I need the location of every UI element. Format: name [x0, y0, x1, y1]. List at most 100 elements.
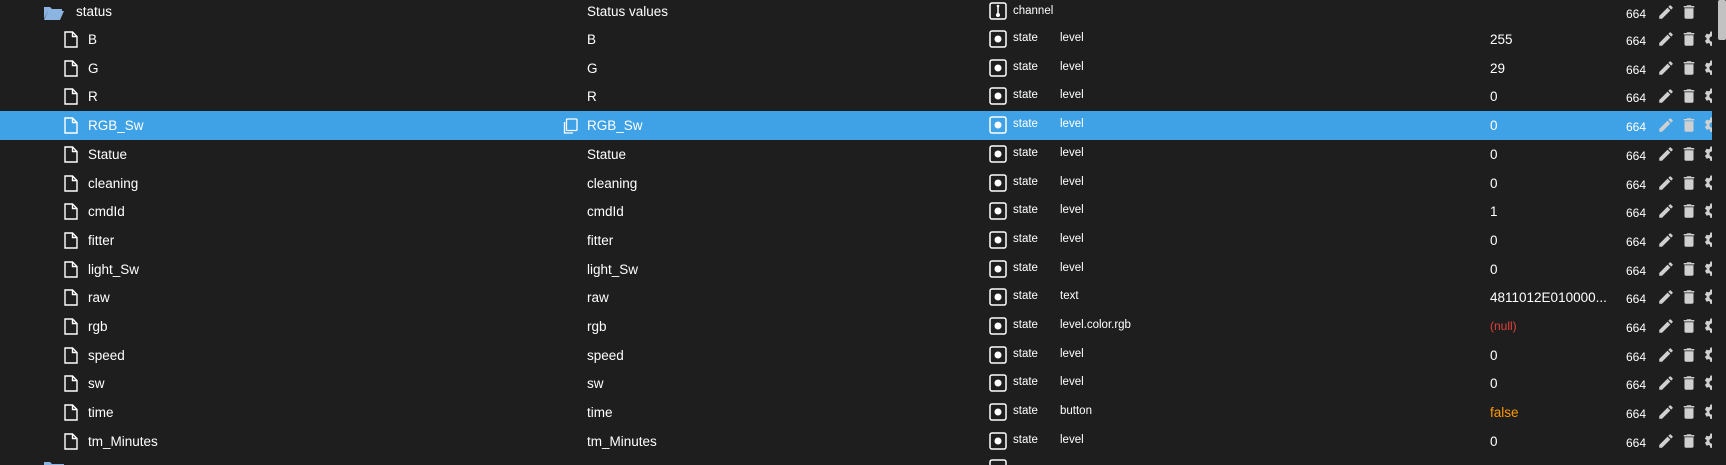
edit-button[interactable] [1656, 373, 1676, 393]
tree-row-state[interactable]: B Bstate level 255 664 [0, 25, 1726, 54]
delete-button[interactable] [1679, 201, 1699, 221]
tree-row-partial[interactable] [0, 457, 1726, 465]
state-value[interactable]: 0 [1490, 176, 1498, 191]
delete-button[interactable] [1679, 173, 1699, 193]
delete-button[interactable] [1679, 431, 1699, 451]
tree-row-state[interactable]: sw sw state level 0 664 [0, 369, 1726, 398]
state-value[interactable]: 1 [1490, 204, 1498, 219]
state-role: level [1060, 232, 1084, 245]
state-role: level [1060, 175, 1084, 188]
state-title: Statue [587, 146, 627, 162]
tree-row-state[interactable]: cmdId cmdId state level 1 664 [0, 197, 1726, 226]
state-value[interactable]: 0 [1490, 233, 1498, 248]
file-icon-wrap [64, 433, 78, 450]
tree-row-state[interactable]: time time state button false 664 [0, 398, 1726, 427]
tree-row-state[interactable]: G Gstate level 29 664 [0, 54, 1726, 83]
edit-button[interactable] [1656, 201, 1676, 221]
acl-value: 664 [1626, 148, 1647, 163]
state-name: time [88, 405, 114, 421]
edit-button[interactable] [1656, 345, 1676, 365]
state-icon-wrap [989, 432, 1007, 450]
state-title: cleaning [587, 175, 638, 191]
folder-open-icon[interactable] [43, 4, 65, 22]
state-value[interactable]: 0 [1490, 147, 1498, 162]
state-icon [989, 317, 1007, 335]
delete-button[interactable] [1679, 373, 1699, 393]
edit-button[interactable] [1656, 431, 1676, 451]
edit-button[interactable] [1656, 287, 1676, 307]
tree-row-state[interactable]: rgb rgb state level.color.rgb (null) 664 [0, 312, 1726, 341]
edit-button[interactable] [1656, 259, 1676, 279]
edit-button[interactable] [1656, 115, 1676, 135]
tree-row-state[interactable]: fitter fitter state level 0 664 [0, 226, 1726, 255]
state-value[interactable]: 0 [1490, 262, 1498, 277]
edit-button[interactable] [1656, 173, 1676, 193]
state-type: state [1013, 433, 1038, 446]
tree-row-state[interactable]: speed speed state level 0 664 [0, 341, 1726, 370]
edit-button[interactable] [1656, 402, 1676, 422]
state-value[interactable]: (null) [1490, 319, 1517, 333]
edit-button[interactable] [1656, 230, 1676, 250]
state-name: fitter [88, 232, 115, 248]
state-value[interactable]: 4811012E010000... [1490, 290, 1607, 305]
state-role: level [1060, 204, 1084, 217]
delete-button[interactable] [1679, 345, 1699, 365]
delete-button[interactable] [1679, 2, 1699, 22]
trash-icon [1683, 60, 1695, 75]
pencil-icon [1659, 319, 1673, 333]
delete-button[interactable] [1679, 29, 1699, 49]
tree-row-state[interactable]: Statue Statue state level 0 664 [0, 140, 1726, 169]
edit-button[interactable] [1656, 58, 1676, 78]
copy-button[interactable] [562, 118, 578, 134]
tree-row-state[interactable]: light_Sw light_Sw state level 0 664 [0, 255, 1726, 284]
delete-button[interactable] [1679, 86, 1699, 106]
delete-button[interactable] [1679, 58, 1699, 78]
edit-button[interactable] [1656, 2, 1676, 22]
tree-row-state[interactable]: R Rstate level 0 664 [0, 82, 1726, 111]
state-title: R [587, 89, 597, 105]
file-icon [64, 289, 78, 306]
edit-button[interactable] [1656, 86, 1676, 106]
state-icon [989, 432, 1007, 450]
trash-icon [1683, 233, 1695, 247]
tree-row-state[interactable]: tm_Minutes tm_Minutes state level 0 664 [0, 427, 1726, 456]
state-type: state [1013, 60, 1038, 73]
acl-value: 664 [1626, 177, 1647, 192]
delete-button[interactable] [1679, 287, 1699, 307]
tree-row-state[interactable]: cleaning cleaning state level 0 664 [0, 169, 1726, 198]
state-value[interactable]: 0 [1490, 89, 1498, 104]
state-type: state [1013, 89, 1038, 102]
state-icon [989, 403, 1007, 421]
edit-button[interactable] [1656, 29, 1676, 49]
edit-button[interactable] [1656, 316, 1676, 336]
file-icon [64, 433, 78, 450]
state-icon [989, 145, 1007, 163]
state-value[interactable]: 0 [1490, 376, 1498, 391]
pencil-icon [1659, 60, 1673, 75]
state-value[interactable]: 0 [1490, 434, 1498, 449]
scrollbar-thumb[interactable] [1718, 0, 1726, 40]
state-title: sw [587, 376, 604, 392]
state-title: light_Sw [587, 261, 639, 277]
pencil-icon [1659, 147, 1673, 161]
state-value[interactable]: false [1490, 405, 1519, 420]
trash-icon [1683, 290, 1695, 305]
vertical-scrollbar[interactable] [1712, 0, 1726, 465]
delete-button[interactable] [1679, 402, 1699, 422]
state-value[interactable]: 0 [1490, 348, 1498, 363]
edit-button[interactable] [1656, 144, 1676, 164]
tree-row-state[interactable]: RGB_Sw RGB_Sw state level 0 664 [0, 111, 1726, 140]
pencil-icon [1659, 233, 1673, 247]
delete-button[interactable] [1679, 115, 1699, 135]
state-value[interactable]: 255 [1490, 32, 1513, 47]
delete-button[interactable] [1679, 144, 1699, 164]
delete-button[interactable] [1679, 316, 1699, 336]
tree-row-state[interactable]: raw raw state text 4811012E010000... 664 [0, 283, 1726, 312]
acl-value: 664 [1626, 62, 1647, 77]
delete-button[interactable] [1679, 259, 1699, 279]
state-icon-wrap [989, 116, 1007, 134]
state-value[interactable]: 0 [1490, 118, 1498, 133]
state-value[interactable]: 29 [1490, 61, 1505, 76]
state-icon-wrap [989, 374, 1007, 393]
delete-button[interactable] [1679, 230, 1699, 250]
